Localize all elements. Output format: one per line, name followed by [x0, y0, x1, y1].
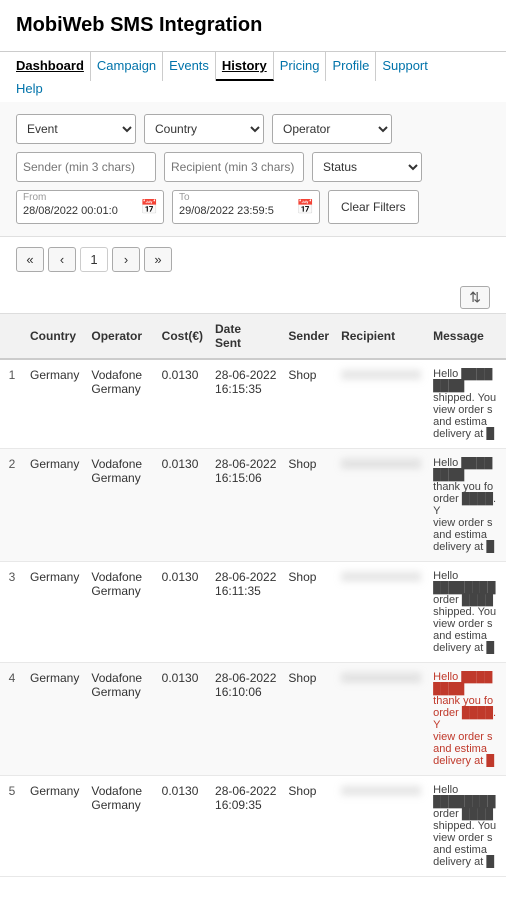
recipient-value: XXXXXXXXXX [341, 457, 421, 471]
cell-cost: 0.0130 [156, 776, 209, 877]
filter-row-1: Event Country Operator [16, 114, 490, 144]
cell-operator: Vodafone Germany [85, 449, 155, 562]
table-row: 1 Germany Vodafone Germany 0.0130 28-06-… [0, 359, 506, 449]
cell-message: Hello ████ ████thank you foorder ████. Y… [427, 449, 506, 562]
cell-recipient: XXXXXXXXXX [335, 776, 427, 877]
cell-country: Germany [24, 562, 85, 663]
column-toggle-area: ⇅ [0, 282, 506, 313]
nav-events[interactable]: Events [163, 52, 216, 81]
cell-country: Germany [24, 776, 85, 877]
filter-row-2: Status [16, 152, 490, 182]
nav-pricing[interactable]: Pricing [274, 52, 327, 81]
status-select[interactable]: Status [312, 152, 422, 182]
recipient-input[interactable] [164, 152, 304, 182]
nav-dashboard[interactable]: Dashboard [16, 52, 91, 81]
cell-recipient: XXXXXXXXXX [335, 663, 427, 776]
app-title: MobiWeb SMS Integration [16, 14, 490, 37]
cell-sender: Shop [282, 562, 335, 663]
nav-second-row: Help [0, 81, 506, 102]
cell-cost: 0.0130 [156, 562, 209, 663]
cell-message: Hello ████ ████thank you foorder ████. Y… [427, 663, 506, 776]
cell-date: 28-06-202216:11:35 [209, 562, 282, 663]
cell-recipient: XXXXXXXXXX [335, 562, 427, 663]
history-table: Country Operator Cost(€) DateSent Sender… [0, 313, 506, 877]
cell-country: Germany [24, 359, 85, 449]
cell-cost: 0.0130 [156, 449, 209, 562]
col-date-sent: DateSent [209, 314, 282, 360]
nav-campaign[interactable]: Campaign [91, 52, 163, 81]
col-cost: Cost(€) [156, 314, 209, 360]
cell-date: 28-06-202216:15:35 [209, 359, 282, 449]
recipient-value: XXXXXXXXXX [341, 671, 421, 685]
to-label: To [179, 192, 190, 203]
sender-input[interactable] [16, 152, 156, 182]
event-select[interactable]: Event [16, 114, 136, 144]
recipient-value: XXXXXXXXXX [341, 784, 421, 798]
cell-recipient: XXXXXXXXXX [335, 449, 427, 562]
nav-profile[interactable]: Profile [326, 52, 376, 81]
from-date-field: From 📅 [16, 190, 164, 224]
from-label: From [23, 192, 46, 203]
nav-help[interactable]: Help [16, 81, 43, 96]
filter-row-3: From 📅 To 📅 Clear Filters [16, 190, 490, 224]
table-body: 1 Germany Vodafone Germany 0.0130 28-06-… [0, 359, 506, 877]
first-page-button[interactable]: « [16, 247, 44, 272]
cell-num: 5 [0, 776, 24, 877]
cell-message: Hello ████████order ████shipped. Youview… [427, 562, 506, 663]
cell-country: Germany [24, 663, 85, 776]
current-page: 1 [80, 247, 108, 272]
cell-operator: Vodafone Germany [85, 663, 155, 776]
cell-operator: Vodafone Germany [85, 359, 155, 449]
to-calendar-icon[interactable]: 📅 [297, 199, 314, 216]
table-header-row: Country Operator Cost(€) DateSent Sender… [0, 314, 506, 360]
next-page-button[interactable]: › [112, 247, 140, 272]
prev-page-button[interactable]: ‹ [48, 247, 76, 272]
cell-sender: Shop [282, 776, 335, 877]
col-num [0, 314, 24, 360]
clear-filters-button[interactable]: Clear Filters [328, 190, 419, 224]
cell-operator: Vodafone Germany [85, 776, 155, 877]
cell-num: 4 [0, 663, 24, 776]
main-nav: Dashboard Campaign Events History Pricin… [0, 52, 506, 81]
col-country: Country [24, 314, 85, 360]
cell-sender: Shop [282, 663, 335, 776]
pagination: « ‹ 1 › » [0, 237, 506, 282]
cell-date: 28-06-202216:15:06 [209, 449, 282, 562]
cell-recipient: XXXXXXXXXX [335, 359, 427, 449]
cell-num: 1 [0, 359, 24, 449]
column-toggle-button[interactable]: ⇅ [460, 286, 490, 309]
history-table-container: Country Operator Cost(€) DateSent Sender… [0, 313, 506, 877]
nav-history[interactable]: History [216, 52, 274, 81]
header: MobiWeb SMS Integration [0, 0, 506, 52]
operator-select[interactable]: Operator [272, 114, 392, 144]
from-calendar-icon[interactable]: 📅 [141, 199, 158, 216]
cell-operator: Vodafone Germany [85, 562, 155, 663]
cell-sender: Shop [282, 449, 335, 562]
last-page-button[interactable]: » [144, 247, 172, 272]
table-row: 4 Germany Vodafone Germany 0.0130 28-06-… [0, 663, 506, 776]
table-row: 3 Germany Vodafone Germany 0.0130 28-06-… [0, 562, 506, 663]
cell-country: Germany [24, 449, 85, 562]
to-date-field: To 📅 [172, 190, 320, 224]
cell-message: Hello ████ ████shipped. Youview order sa… [427, 359, 506, 449]
cell-date: 28-06-202216:10:06 [209, 663, 282, 776]
col-operator: Operator [85, 314, 155, 360]
table-row: 5 Germany Vodafone Germany 0.0130 28-06-… [0, 776, 506, 877]
cell-num: 2 [0, 449, 24, 562]
col-recipient: Recipient [335, 314, 427, 360]
cell-cost: 0.0130 [156, 359, 209, 449]
col-sender: Sender [282, 314, 335, 360]
filters-panel: Event Country Operator Status From 📅 To … [0, 102, 506, 237]
cell-message: Hello ████████order ████shipped. Youview… [427, 776, 506, 877]
country-select[interactable]: Country [144, 114, 264, 144]
cell-num: 3 [0, 562, 24, 663]
recipient-value: XXXXXXXXXX [341, 368, 421, 382]
cell-cost: 0.0130 [156, 663, 209, 776]
table-row: 2 Germany Vodafone Germany 0.0130 28-06-… [0, 449, 506, 562]
cell-date: 28-06-202216:09:35 [209, 776, 282, 877]
cell-sender: Shop [282, 359, 335, 449]
nav-support[interactable]: Support [376, 52, 434, 81]
col-message: Message [427, 314, 506, 360]
recipient-value: XXXXXXXXXX [341, 570, 421, 584]
